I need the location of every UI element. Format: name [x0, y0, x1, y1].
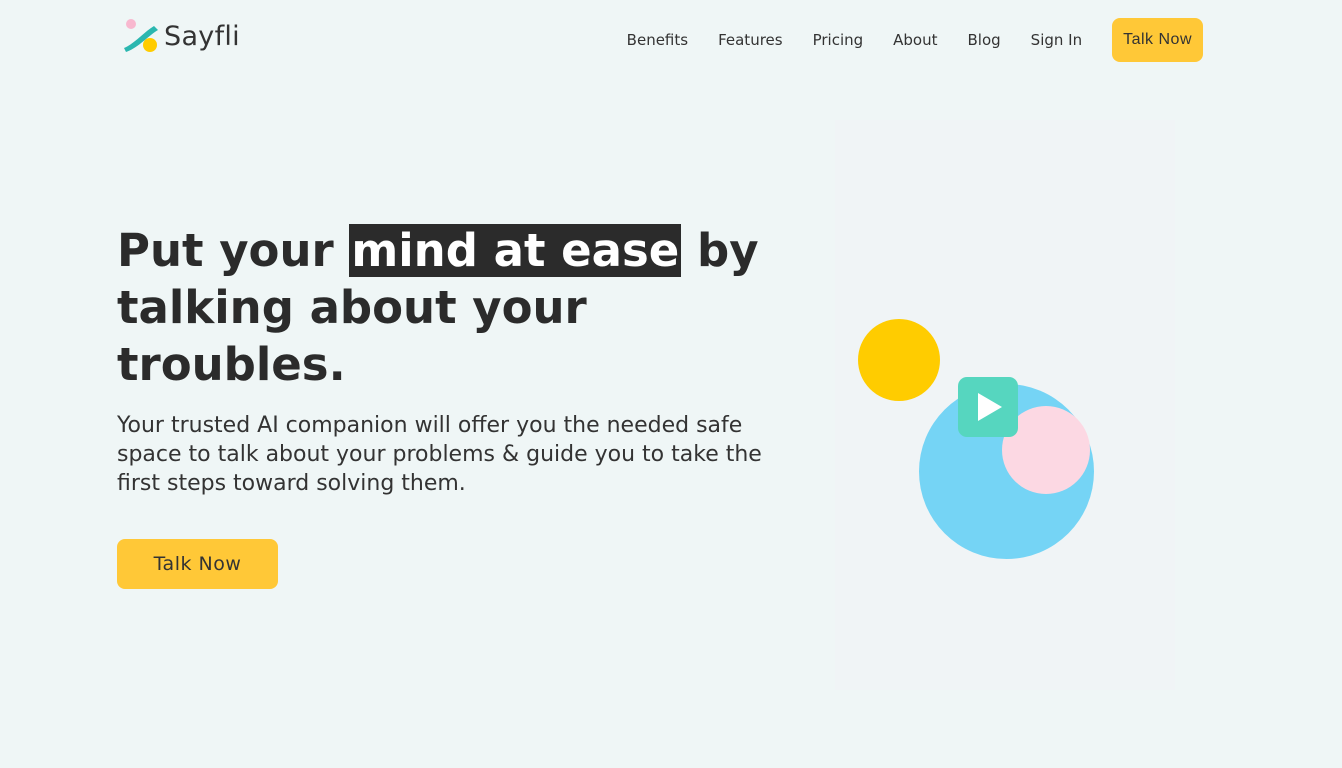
- logo[interactable]: Sayfli: [120, 18, 240, 54]
- hero-illustration: [835, 120, 1175, 690]
- logo-icon: [124, 19, 158, 52]
- title-highlight: mind at ease: [349, 224, 682, 277]
- nav-features[interactable]: Features: [718, 31, 783, 49]
- title-part: Put your: [117, 224, 350, 277]
- nav-benefits[interactable]: Benefits: [627, 31, 688, 49]
- hero-talk-now-button[interactable]: Talk Now: [117, 539, 278, 589]
- hero-title: Put your mind at ease by talking about y…: [117, 222, 797, 393]
- nav-sign-in[interactable]: Sign In: [1031, 31, 1082, 49]
- nav-blog[interactable]: Blog: [968, 31, 1001, 49]
- hero-subtitle: Your trusted AI companion will offer you…: [117, 413, 762, 496]
- yellow-circle: [858, 319, 940, 401]
- brand-name: Sayfli: [164, 20, 240, 52]
- play-video-button[interactable]: [958, 377, 1018, 437]
- nav-talk-now-button[interactable]: Talk Now: [1112, 18, 1203, 62]
- nav-pricing[interactable]: Pricing: [813, 31, 864, 49]
- main-nav: Benefits Features Pricing About Blog Sig…: [627, 18, 1203, 62]
- nav-about[interactable]: About: [893, 31, 937, 49]
